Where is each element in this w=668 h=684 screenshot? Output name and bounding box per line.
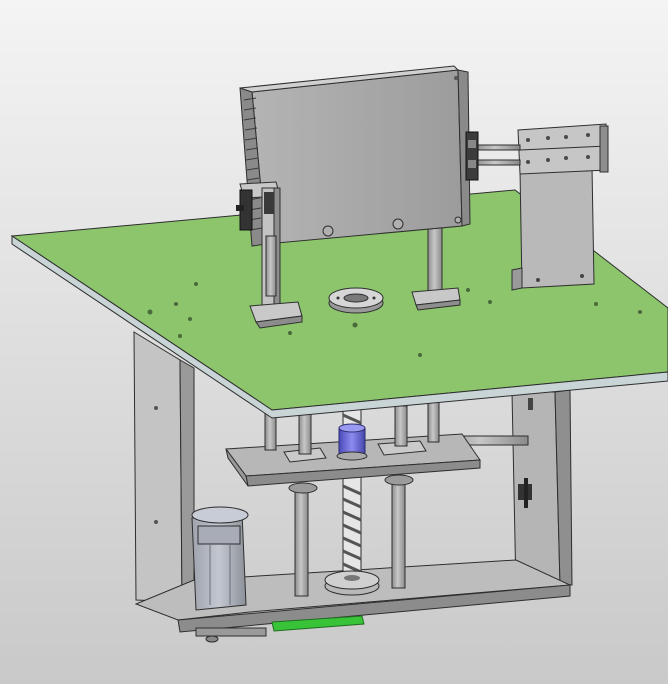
assembly-render <box>10 65 668 643</box>
control-box-front <box>251 69 463 245</box>
screw-nut-blue <box>336 423 368 461</box>
stepper-motor <box>191 506 249 611</box>
table-center-bushing <box>328 287 384 314</box>
frame-left-wall <box>133 331 183 603</box>
cad-viewport <box>0 0 668 684</box>
